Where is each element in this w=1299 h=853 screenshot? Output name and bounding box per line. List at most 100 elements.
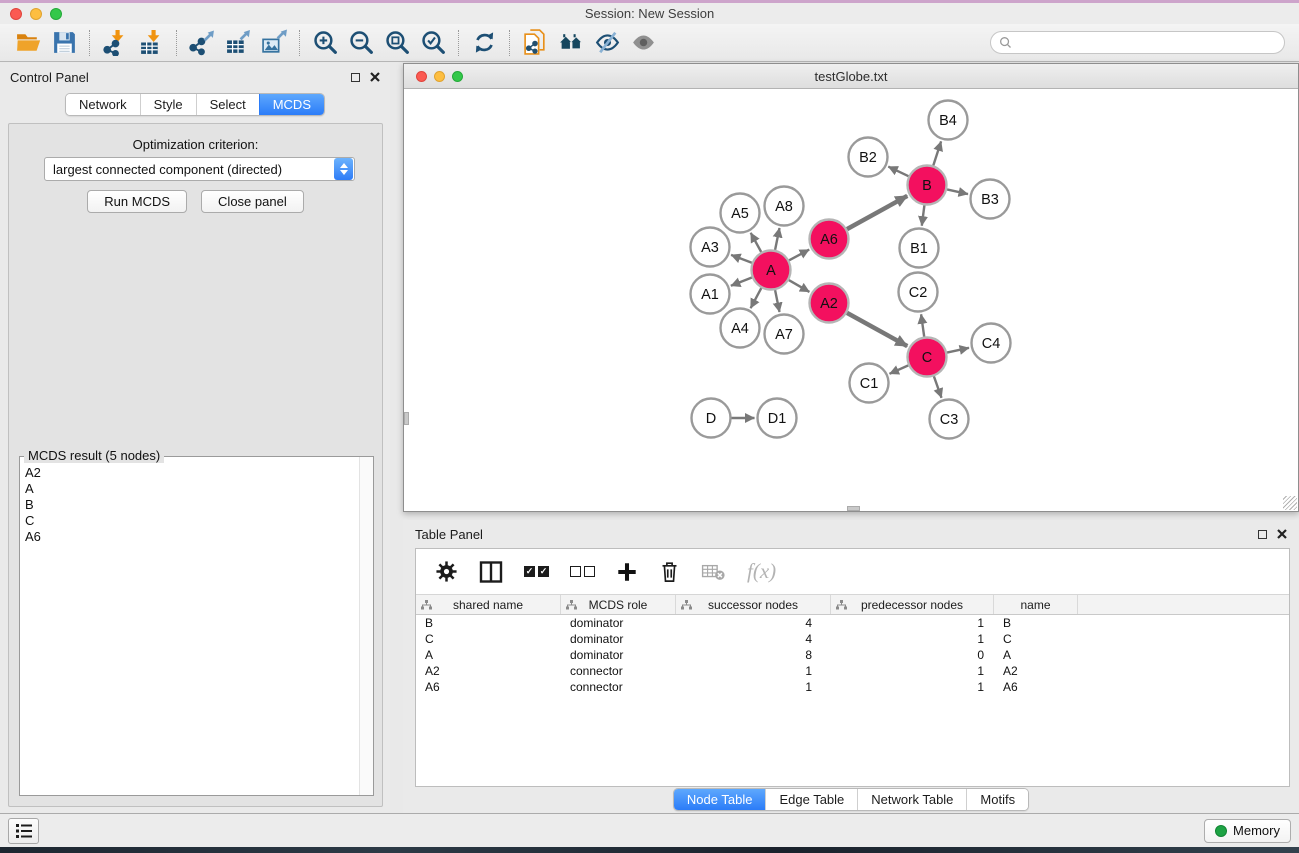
float-panel-icon[interactable] [351,73,360,82]
column-header-name[interactable]: name [994,595,1078,614]
table-cell[interactable]: connector [561,664,676,678]
show-selected-button[interactable] [625,27,661,59]
network-minimize-button[interactable] [434,71,445,82]
edge-B-B4[interactable] [933,141,941,165]
mcds-result-item[interactable]: A [25,481,359,497]
edge-B-B3[interactable] [947,189,968,194]
result-list-scrollbar[interactable] [359,457,373,795]
table-cell[interactable]: A [416,648,561,662]
edge-A-A6[interactable] [789,250,809,261]
node-B2[interactable]: B2 [849,138,888,177]
edge-C-C2[interactable] [921,314,924,336]
node-B4[interactable]: B4 [929,101,968,140]
node-A5[interactable]: A5 [721,194,760,233]
table-row[interactable]: Adominator80A [416,647,1289,663]
open-file-button[interactable] [10,27,46,59]
edge-B-B2[interactable] [888,167,908,177]
table-row[interactable]: A2connector11A2 [416,663,1289,679]
column-header-shared-name[interactable]: shared name [416,595,561,614]
tab-node-table[interactable]: Node Table [674,789,766,810]
save-session-button[interactable] [46,27,82,59]
edge-A-A1[interactable] [731,278,752,286]
column-header-mcds-role[interactable]: MCDS role [561,595,676,614]
node-D[interactable]: D [692,399,731,438]
vertical-scroll-thumb[interactable] [404,412,409,425]
table-cell[interactable]: 4 [676,632,831,646]
table-cell[interactable]: C [994,632,1078,646]
tab-network-table[interactable]: Network Table [857,789,966,810]
node-A2[interactable]: A2 [810,284,849,323]
zoom-fit-button[interactable] [379,27,415,59]
node-A1[interactable]: A1 [691,275,730,314]
tab-style[interactable]: Style [140,94,196,115]
table-cell[interactable]: A2 [416,664,561,678]
node-B1[interactable]: B1 [900,229,939,268]
table-cell[interactable]: A6 [994,680,1078,694]
edge-B-B1[interactable] [922,205,925,225]
zoom-window-button[interactable] [50,8,62,20]
mcds-result-item[interactable]: C [25,513,359,529]
edge-A-A2[interactable] [789,280,810,292]
network-graph[interactable]: B4B2BB3A8A5A6A3B1AC2A1A2A4A7C4CC1DD1C3 [404,89,1298,511]
hide-selected-button[interactable] [589,27,625,59]
mcds-result-item[interactable]: A6 [25,529,359,545]
node-B3[interactable]: B3 [971,180,1010,219]
table-cell[interactable]: B [994,616,1078,630]
horizontal-scroll-thumb[interactable] [847,506,860,511]
table-cell[interactable]: 0 [831,648,994,662]
import-network-button[interactable] [97,27,133,59]
table-cell[interactable]: 4 [676,616,831,630]
run-mcds-button[interactable]: Run MCDS [87,190,187,213]
node-A8[interactable]: A8 [765,187,804,226]
table-cell[interactable]: A6 [416,680,561,694]
edge-A-A4[interactable] [751,288,762,308]
table-cell[interactable]: 1 [831,680,994,694]
edge-A2-C[interactable] [847,313,907,346]
edge-C-C3[interactable] [934,376,942,398]
column-header-successor-nodes[interactable]: successor nodes [676,595,831,614]
add-column-button[interactable] [616,561,638,583]
table-cell[interactable]: 1 [831,664,994,678]
node-A7[interactable]: A7 [765,315,804,354]
search-input[interactable] [1017,36,1276,50]
task-history-button[interactable] [8,818,39,844]
node-B[interactable]: B [908,166,947,205]
node-C[interactable]: C [908,338,947,377]
table-row[interactable]: Cdominator41C [416,631,1289,647]
export-table-button[interactable] [220,27,256,59]
delete-table-button[interactable] [701,562,726,582]
edge-A-A3[interactable] [731,255,752,263]
export-image-button[interactable] [256,27,292,59]
node-A3[interactable]: A3 [691,228,730,267]
network-canvas[interactable]: B4B2BB3A8A5A6A3B1AC2A1A2A4A7C4CC1DD1C3 [404,89,1298,511]
refresh-layout-button[interactable] [466,27,502,59]
close-table-panel-icon[interactable] [1277,529,1287,539]
table-cell[interactable]: 1 [831,632,994,646]
tab-select[interactable]: Select [196,94,259,115]
node-D1[interactable]: D1 [758,399,797,438]
table-cell[interactable]: 1 [676,664,831,678]
table-cell[interactable]: 1 [831,616,994,630]
table-cell[interactable]: A [994,648,1078,662]
edge-A-A7[interactable] [775,290,779,312]
table-cell[interactable]: C [416,632,561,646]
table-cell[interactable]: dominator [561,648,676,662]
unselect-all-columns-button[interactable] [570,566,595,577]
network-zoom-button[interactable] [452,71,463,82]
column-header-predecessor-nodes[interactable]: predecessor nodes [831,595,994,614]
export-network-button[interactable] [184,27,220,59]
table-row[interactable]: A6connector11A6 [416,679,1289,695]
edge-A-A8[interactable] [775,228,779,250]
tab-mcds[interactable]: MCDS [259,94,324,115]
node-C3[interactable]: C3 [930,400,969,439]
edge-C-C4[interactable] [947,348,969,353]
mcds-result-item[interactable]: A2 [25,465,359,481]
zoom-in-button[interactable] [307,27,343,59]
close-panel-button[interactable]: Close panel [201,190,304,213]
network-close-button[interactable] [416,71,427,82]
zoom-selected-button[interactable] [415,27,451,59]
zoom-out-button[interactable] [343,27,379,59]
tab-network[interactable]: Network [66,94,140,115]
table-cell[interactable]: B [416,616,561,630]
table-cell[interactable]: A2 [994,664,1078,678]
